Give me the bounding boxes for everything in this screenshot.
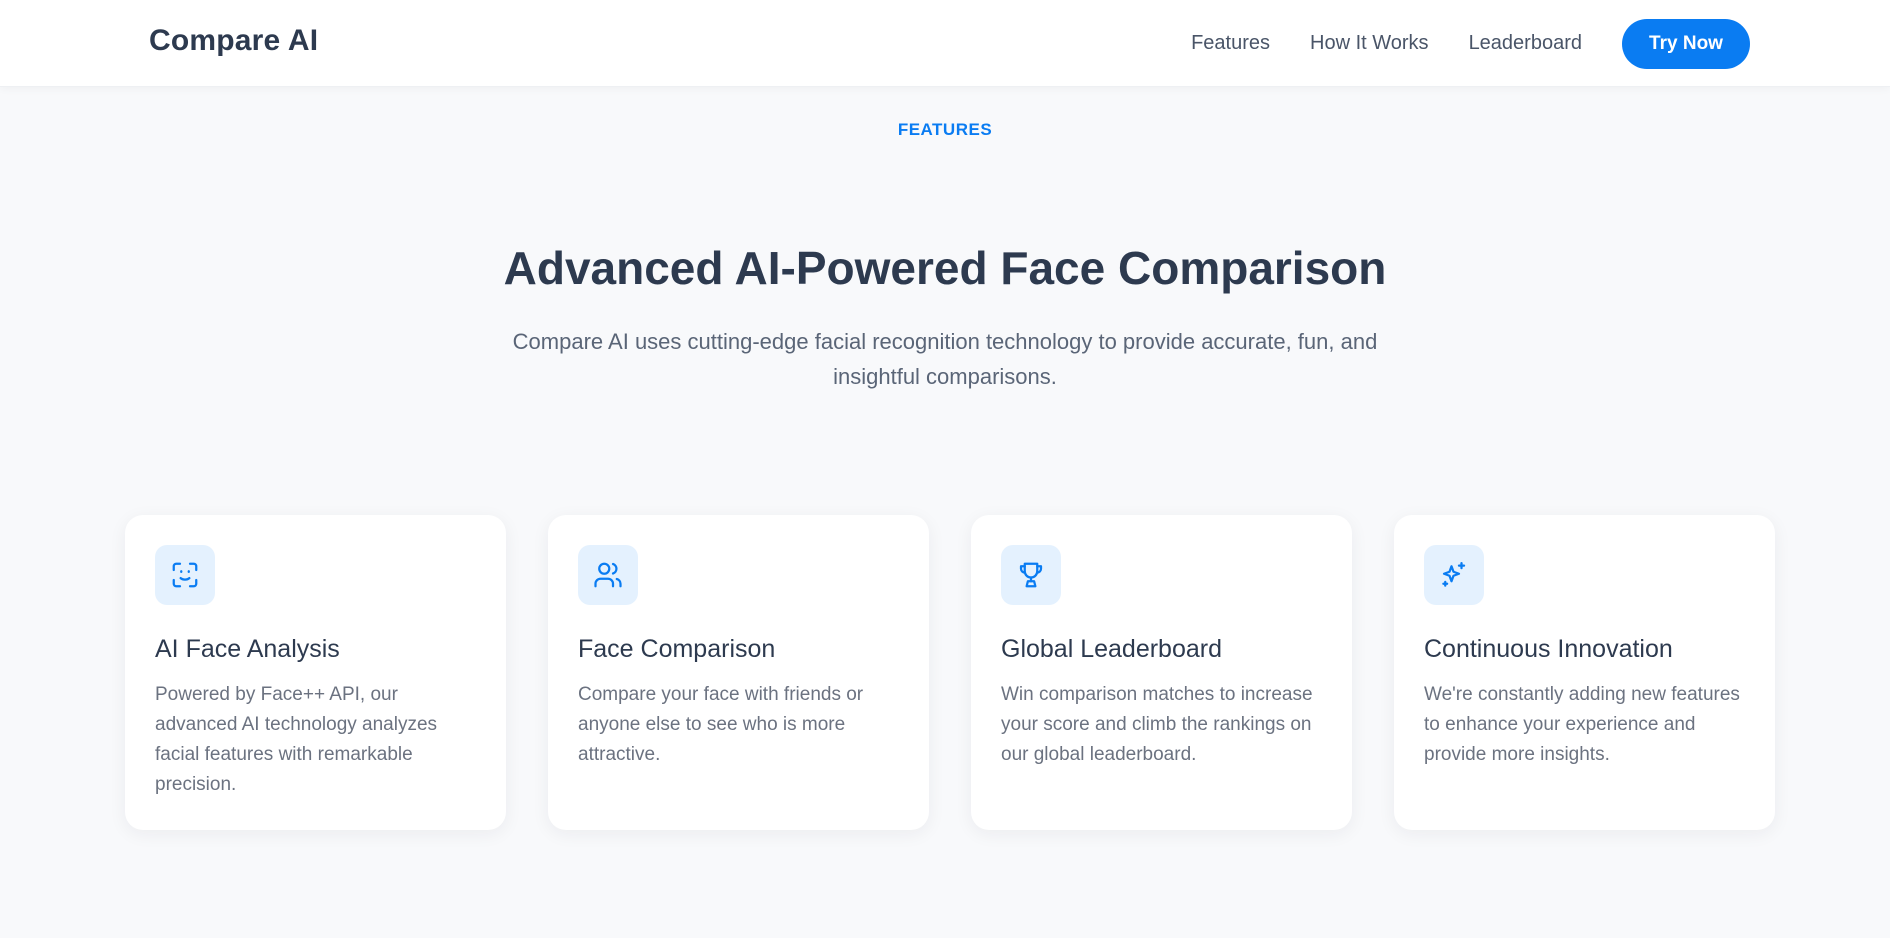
feature-description: Win comparison matches to increase your … (1001, 684, 1313, 765)
feature-cards: AI Face Analysis Powered by Face++ API, … (125, 515, 1775, 830)
feature-card-continuous-innovation: Continuous Innovation We're constantly a… (1394, 515, 1775, 830)
feature-card-global-leaderboard: Global Leaderboard Win comparison matche… (971, 515, 1352, 830)
page-subtitle: Compare AI uses cutting-edge facial reco… (512, 329, 1378, 389)
face-scan-icon (155, 545, 215, 605)
nav-link-features[interactable]: Features (1191, 32, 1270, 55)
users-icon (578, 545, 638, 605)
top-navbar: Compare AI Features How It Works Leaderb… (0, 0, 1890, 87)
feature-description: Powered by Face++ API, our advanced AI t… (155, 684, 438, 795)
page-title: Advanced AI-Powered Face Comparison (503, 242, 1387, 294)
feature-title: Face Comparison (578, 635, 776, 663)
nav-link-how-it-works[interactable]: How It Works (1310, 32, 1429, 55)
feature-title: AI Face Analysis (155, 635, 340, 663)
section-eyebrow: FEATURES (897, 120, 993, 139)
feature-card-ai-face-analysis: AI Face Analysis Powered by Face++ API, … (125, 515, 506, 830)
nav-links: Features How It Works Leaderboard Try No… (1191, 0, 1750, 87)
logo[interactable]: Compare AI (149, 24, 318, 58)
nav-link-leaderboard[interactable]: Leaderboard (1469, 32, 1582, 55)
sparkles-icon (1424, 545, 1484, 605)
feature-description: We're constantly adding new features to … (1424, 684, 1740, 765)
try-now-button[interactable]: Try Now (1622, 18, 1750, 69)
feature-title: Global Leaderboard (1001, 635, 1222, 663)
feature-card-face-comparison: Face Comparison Compare your face with f… (548, 515, 929, 830)
feature-description: Compare your face with friends or anyone… (578, 684, 864, 765)
feature-title: Continuous Innovation (1424, 635, 1673, 663)
trophy-icon (1001, 545, 1061, 605)
